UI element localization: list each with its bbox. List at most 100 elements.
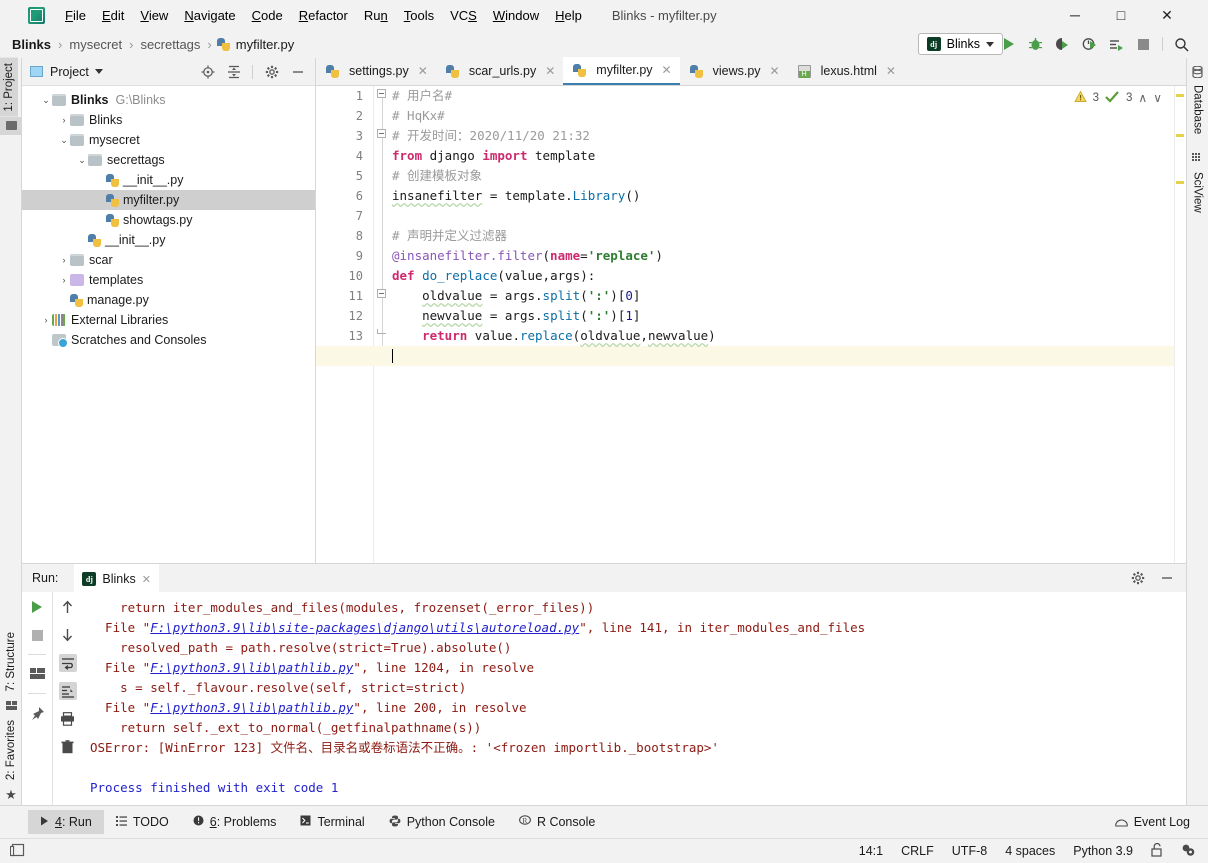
chevron-right-icon[interactable]: › xyxy=(58,295,70,305)
menu-tools[interactable]: Tools xyxy=(396,6,442,25)
code-line-6[interactable]: insanefilter = template.Library() xyxy=(392,186,1186,206)
tree-item-external-libraries[interactable]: › External Libraries xyxy=(22,310,315,330)
caret-position[interactable]: 14:1 xyxy=(859,844,883,858)
breadcrumb-item-3[interactable]: myfilter.py xyxy=(234,37,297,52)
minimize-button[interactable]: ─ xyxy=(1052,0,1098,30)
chevron-right-icon[interactable]: › xyxy=(76,235,88,245)
file-encoding[interactable]: UTF-8 xyxy=(952,844,987,858)
menu-code[interactable]: Code xyxy=(244,6,291,25)
chevron-right-icon[interactable]: › xyxy=(94,175,106,185)
menu-navigate[interactable]: Navigate xyxy=(176,6,243,25)
chevron-right-icon[interactable]: › xyxy=(40,315,52,325)
code-line-13[interactable]: return value.replace(oldvalue,newvalue) xyxy=(392,326,1186,346)
close-icon[interactable]: ✕ xyxy=(545,64,555,78)
code-line-11[interactable]: oldvalue = args.split(':')[0] xyxy=(392,286,1186,306)
run-coverage-icon[interactable] xyxy=(1054,36,1071,53)
close-icon[interactable]: ✕ xyxy=(142,573,151,586)
sidebar-item-database[interactable]: Database xyxy=(1189,80,1207,139)
tree-item-myfilter-py[interactable]: › myfilter.py xyxy=(22,190,315,210)
pin-icon[interactable] xyxy=(28,704,46,722)
hide-panel-icon[interactable] xyxy=(290,64,305,79)
breadcrumb-item-1[interactable]: mysecret xyxy=(67,37,124,52)
chevron-right-icon[interactable]: › xyxy=(40,335,52,345)
fold-marker[interactable] xyxy=(377,129,388,140)
settings-gear-icon[interactable] xyxy=(264,64,279,79)
console-file-link[interactable]: F:\python3.9\lib\pathlib.py xyxy=(150,700,353,715)
menu-run[interactable]: Run xyxy=(356,6,396,25)
bottom-tab-python-console[interactable]: Python Console xyxy=(377,810,507,835)
run-tab-blinks[interactable]: dj Blinks ✕ xyxy=(74,564,159,592)
fold-marker[interactable] xyxy=(377,89,388,100)
code-line-8[interactable]: # 声明并定义过滤器 xyxy=(392,226,1186,246)
close-icon[interactable]: ✕ xyxy=(770,64,780,78)
down-arrow-icon[interactable] xyxy=(59,626,77,644)
menu-window[interactable]: Window xyxy=(485,6,547,25)
menu-edit[interactable]: Edit xyxy=(94,6,132,25)
console-file-link[interactable]: F:\python3.9\lib\site-packages\django\ut… xyxy=(150,620,579,635)
chevron-down-icon[interactable] xyxy=(94,69,103,74)
stop-icon[interactable] xyxy=(1135,36,1152,53)
tree-item-mysecret[interactable]: ⌄ mysecret xyxy=(22,130,315,150)
run-with-params-icon[interactable] xyxy=(1108,36,1125,53)
menu-file[interactable]: File xyxy=(57,6,94,25)
inspection-widget[interactable]: 3 3 ∧ ∨ xyxy=(1073,90,1162,106)
settings-gear-icon[interactable] xyxy=(1130,571,1145,586)
toggle-toolwindows-icon[interactable] xyxy=(9,843,25,860)
bottom-tab-terminal[interactable]: Terminal xyxy=(288,810,376,834)
editor-tab-lexus-html[interactable]: lexus.html ✕ xyxy=(787,57,904,85)
tree-item-showtags-py[interactable]: › showtags.py xyxy=(22,210,315,230)
up-arrow-icon[interactable] xyxy=(59,598,77,616)
chevron-down-icon[interactable]: ⌄ xyxy=(76,155,88,166)
run-console-output[interactable]: return iter_modules_and_files(modules, f… xyxy=(82,592,1174,805)
code-line-5[interactable]: # 创建模板对象 xyxy=(392,166,1186,186)
bottom-tab-problems[interactable]: 6: Problems xyxy=(181,810,289,834)
fold-marker[interactable] xyxy=(377,289,388,300)
editor-scrollbar[interactable] xyxy=(1174,86,1186,563)
tree-item-scratches-and-consoles[interactable]: › Scratches and Consoles xyxy=(22,330,315,350)
breadcrumb-item-0[interactable]: Blinks xyxy=(10,37,53,52)
search-everywhere-icon[interactable] xyxy=(1173,36,1190,53)
hide-panel-icon[interactable] xyxy=(1159,571,1174,586)
tree-item-manage-py[interactable]: › manage.py xyxy=(22,290,315,310)
console-scrollbar[interactable] xyxy=(1174,592,1186,805)
editor-tab-settings-py[interactable]: settings.py ✕ xyxy=(316,57,436,85)
sidebar-item-sciview[interactable]: SciView xyxy=(1189,167,1207,218)
code-line-3[interactable]: # 开发时间：2020/11/20 21:32 xyxy=(392,126,1186,146)
bottom-tab-run[interactable]: 4: Run xyxy=(28,810,104,834)
bottom-tab-todo[interactable]: TODO xyxy=(104,810,181,834)
console-file-link[interactable]: F:\python3.9\lib\pathlib.py xyxy=(150,660,353,675)
bottom-tab-r-console[interactable]: R R Console xyxy=(507,810,607,834)
code-line-2[interactable]: # HqKx# xyxy=(392,106,1186,126)
fold-column[interactable] xyxy=(374,86,392,563)
menu-help[interactable]: Help xyxy=(547,6,590,25)
breadcrumb-item-2[interactable]: secrettags xyxy=(138,37,202,52)
chevron-right-icon[interactable]: › xyxy=(58,115,70,125)
indent-setting[interactable]: 4 spaces xyxy=(1005,844,1055,858)
editor-tab-myfilter-py[interactable]: myfilter.py ✕ xyxy=(563,57,680,85)
sidebar-item-favorites[interactable]: 2: Favorites xyxy=(2,715,20,785)
profile-icon[interactable] xyxy=(1081,36,1098,53)
print-icon[interactable] xyxy=(59,710,77,728)
chevron-right-icon[interactable]: › xyxy=(94,195,106,205)
run-configuration-selector[interactable]: dj Blinks xyxy=(917,33,1003,55)
code-line-9[interactable]: @insanefilter.filter(name='replace') xyxy=(392,246,1186,266)
code-line-10[interactable]: def do_replace(value,args): xyxy=(392,266,1186,286)
close-icon[interactable]: ✕ xyxy=(886,64,896,78)
chevron-down-icon[interactable]: ⌄ xyxy=(40,95,52,106)
python-interpreter[interactable]: Python 3.9 xyxy=(1073,844,1133,858)
menu-view[interactable]: View xyxy=(132,6,176,25)
code-line-1[interactable]: # 用户名# xyxy=(392,86,1186,106)
menu-vcs[interactable]: VCS xyxy=(442,6,485,25)
locate-icon[interactable] xyxy=(200,64,215,79)
editor-tab-views-py[interactable]: views.py ✕ xyxy=(679,57,788,85)
code-line-4[interactable]: from django import template xyxy=(392,146,1186,166)
next-problem-icon[interactable]: ∨ xyxy=(1153,91,1162,105)
chevron-right-icon[interactable]: › xyxy=(94,215,106,225)
event-log-button[interactable]: Event Log xyxy=(1114,815,1208,830)
editor-tab-scar-urls-py[interactable]: scar_urls.py ✕ xyxy=(435,57,564,85)
rerun-icon[interactable] xyxy=(28,598,46,616)
collapse-all-icon[interactable] xyxy=(226,64,241,79)
tree-item-scar[interactable]: › scar xyxy=(22,250,315,270)
layout-icon[interactable] xyxy=(28,665,46,683)
tree-item--init-py[interactable]: › __init__.py xyxy=(22,170,315,190)
